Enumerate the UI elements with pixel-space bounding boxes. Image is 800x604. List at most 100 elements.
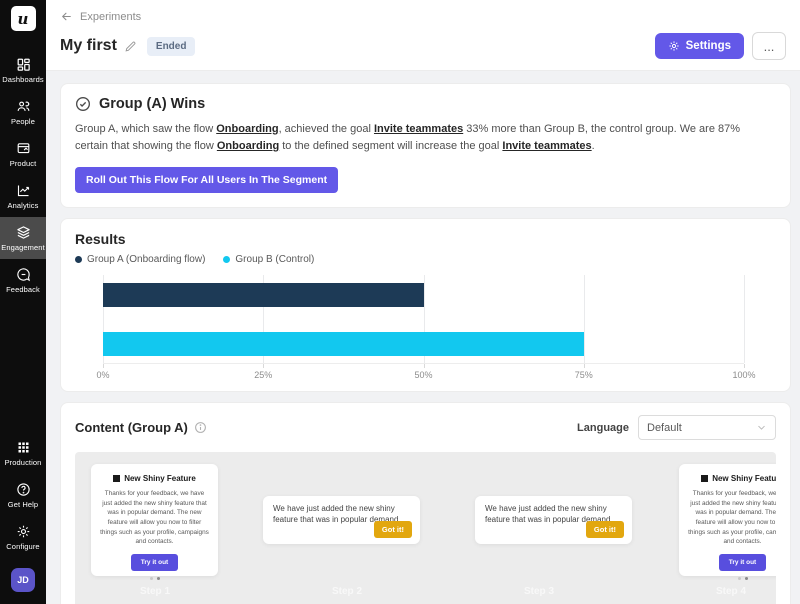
- modal-body: Thanks for your feedback, we have just a…: [688, 489, 776, 547]
- sidebar-item-label: Configure: [6, 542, 39, 551]
- flow-link[interactable]: Onboarding: [216, 123, 278, 135]
- sidebar-item-label: Analytics: [8, 201, 39, 210]
- legend-dot-group-a: [75, 256, 82, 263]
- sidebar-item-people[interactable]: People: [0, 91, 46, 133]
- sidebar-item-feedback[interactable]: Feedback: [0, 259, 46, 301]
- preview-modal-step-4[interactable]: New Shiny Feature Thanks for your feedba…: [679, 464, 776, 576]
- dashboards-icon: [16, 57, 31, 72]
- analytics-icon: [16, 183, 31, 198]
- sidebar-item-label: Product: [10, 159, 37, 168]
- page-header: Experiments My first Ended Settings: [46, 0, 800, 71]
- userpilot-logo[interactable]: u: [11, 6, 36, 31]
- legend-item-group-b: Group B (Control): [223, 254, 314, 265]
- axis-tick-label: 75%: [575, 370, 593, 380]
- preview-modal-step-1[interactable]: New Shiny Feature Thanks for your feedba…: [91, 464, 218, 576]
- gridline: [584, 275, 585, 363]
- square-bullet-icon: [701, 475, 708, 482]
- settings-label: Settings: [686, 40, 731, 52]
- sidebar-item-product[interactable]: Product: [0, 133, 46, 175]
- sidebar-item-engagement[interactable]: Engagement: [0, 217, 46, 259]
- try-it-out-button[interactable]: Try it out: [131, 554, 178, 571]
- preview-tooltip-step-3[interactable]: We have just added the new shiny feature…: [475, 496, 632, 544]
- winner-summary: Group A, which saw the flow Onboarding, …: [75, 121, 776, 155]
- content-card: Content (Group A) Language Default: [60, 402, 791, 604]
- try-it-out-button[interactable]: Try it out: [719, 554, 766, 571]
- rollout-button[interactable]: Roll Out This Flow For All Users In The …: [75, 167, 338, 193]
- title-row: My first Ended Settings ...: [60, 32, 786, 60]
- sidebar-item-label: Get Help: [8, 500, 38, 509]
- sidebar-item-label: People: [11, 117, 35, 126]
- language-select[interactable]: Default: [638, 415, 776, 440]
- goal-link[interactable]: Invite teammates: [502, 140, 591, 152]
- sidebar-item-analytics[interactable]: Analytics: [0, 175, 46, 217]
- step-label: Step 3: [524, 586, 554, 597]
- axis-tick-label: 100%: [732, 370, 755, 380]
- goal-link[interactable]: Invite teammates: [374, 123, 463, 135]
- content-preview-strip: New Shiny Feature Thanks for your feedba…: [75, 452, 776, 604]
- axis-tick-label: 25%: [254, 370, 272, 380]
- modal-body: Thanks for your feedback, we have just a…: [100, 489, 209, 547]
- chart-legend: Group A (Onboarding flow) Group B (Contr…: [75, 254, 776, 265]
- feedback-icon: [16, 267, 31, 282]
- modal-title: New Shiny Feature: [100, 474, 209, 483]
- square-bullet-icon: [113, 475, 120, 482]
- settings-button[interactable]: Settings: [655, 33, 744, 59]
- page-title: My first: [60, 37, 117, 55]
- tick-mark: [424, 364, 425, 368]
- results-title: Results: [75, 231, 776, 247]
- winner-title: Group (A) Wins: [99, 96, 205, 112]
- check-circle-icon: [75, 96, 91, 112]
- breadcrumb-label: Experiments: [80, 11, 141, 23]
- flow-link[interactable]: Onboarding: [217, 140, 279, 152]
- bar-group-b[interactable]: [103, 332, 584, 356]
- language-label: Language: [577, 422, 629, 434]
- results-card: Results Group A (Onboarding flow) Group …: [60, 218, 791, 392]
- gridline: [744, 275, 745, 363]
- preview-tooltip-step-2[interactable]: We have just added the new shiny feature…: [263, 496, 420, 544]
- bar-chart: [103, 275, 744, 363]
- layers-icon: [16, 225, 31, 240]
- breadcrumb[interactable]: Experiments: [60, 10, 786, 23]
- sidebar-item-label: Dashboards: [2, 75, 43, 84]
- tick-mark: [103, 364, 104, 368]
- sidebar-item-label: Engagement: [1, 243, 45, 252]
- modal-title: New Shiny Feature: [688, 474, 776, 483]
- sidebar-item-production[interactable]: Production: [0, 432, 46, 474]
- sidebar-item-dashboards[interactable]: Dashboards: [0, 49, 46, 91]
- legend-label: Group A (Onboarding flow): [87, 254, 205, 265]
- sidebar-item-label: Production: [5, 458, 42, 467]
- sidebar-item-get-help[interactable]: Get Help: [0, 474, 46, 516]
- bar-group-a[interactable]: [103, 283, 424, 307]
- settings-gear-icon: [668, 40, 680, 52]
- user-avatar[interactable]: JD: [11, 568, 35, 592]
- sidebar-bottom-nav: Production Get Help Configure JD: [0, 432, 46, 604]
- content-title: Content (Group A): [75, 420, 188, 435]
- pagination-dots: [688, 577, 776, 580]
- main-area: Experiments My first Ended Settings: [46, 0, 800, 604]
- sidebar-item-configure[interactable]: Configure: [0, 516, 46, 558]
- edit-title-icon[interactable]: [124, 40, 137, 53]
- legend-dot-group-b: [223, 256, 230, 263]
- step-label: Step 4: [716, 586, 746, 597]
- sidebar-item-label: Feedback: [6, 285, 40, 294]
- winner-card: Group (A) Wins Group A, which saw the fl…: [60, 83, 791, 208]
- page-content: Group (A) Wins Group A, which saw the fl…: [46, 71, 800, 604]
- step-labels: Step 1 Step 2 Step 3 Step 4: [75, 586, 776, 600]
- x-axis: 0% 25% 50% 75% 100%: [103, 363, 744, 383]
- axis-tick-label: 50%: [414, 370, 432, 380]
- more-options-button[interactable]: ...: [752, 32, 786, 60]
- status-badge: Ended: [147, 37, 196, 56]
- help-icon: [16, 482, 31, 497]
- product-icon: [16, 141, 31, 156]
- people-icon: [16, 99, 31, 114]
- gear-icon: [16, 524, 31, 539]
- info-icon[interactable]: [194, 421, 207, 434]
- tick-mark: [263, 364, 264, 368]
- tick-mark: [744, 364, 745, 368]
- got-it-button[interactable]: Got it!: [586, 521, 624, 538]
- step-label: Step 2: [332, 586, 362, 597]
- legend-item-group-a: Group A (Onboarding flow): [75, 254, 205, 265]
- got-it-button[interactable]: Got it!: [374, 521, 412, 538]
- sidebar: u Dashboards People Pro: [0, 0, 46, 604]
- back-arrow-icon: [60, 10, 73, 23]
